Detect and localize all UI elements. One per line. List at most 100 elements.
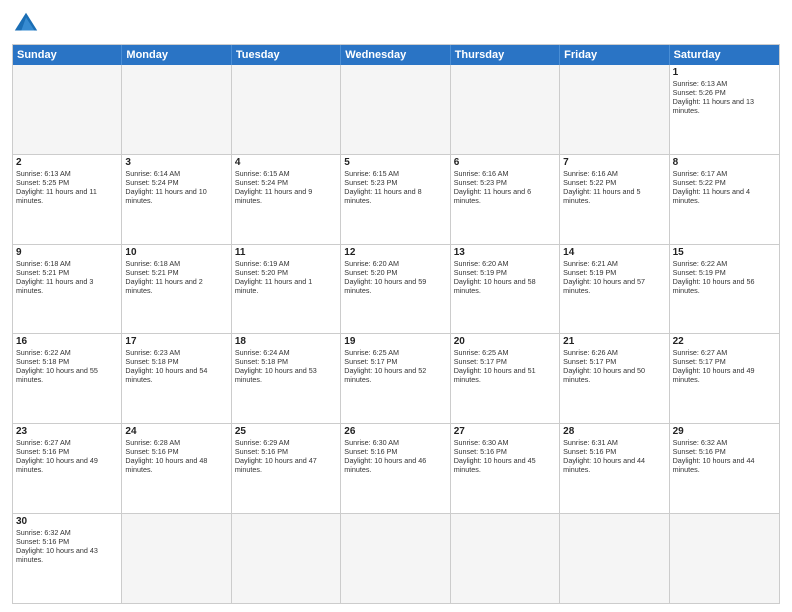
cell-info: Sunrise: 6:19 AM Sunset: 5:20 PM Dayligh… (235, 259, 337, 295)
cell-info: Sunrise: 6:22 AM Sunset: 5:19 PM Dayligh… (673, 259, 776, 295)
day-cell-12: 12Sunrise: 6:20 AM Sunset: 5:20 PM Dayli… (341, 245, 450, 334)
cell-info: Sunrise: 6:31 AM Sunset: 5:16 PM Dayligh… (563, 438, 665, 474)
cell-info: Sunrise: 6:25 AM Sunset: 5:17 PM Dayligh… (344, 348, 446, 384)
day-number: 2 (16, 157, 118, 168)
day-number: 11 (235, 247, 337, 258)
empty-cell (560, 65, 669, 154)
cell-info: Sunrise: 6:16 AM Sunset: 5:22 PM Dayligh… (563, 169, 665, 205)
day-number: 10 (125, 247, 227, 258)
day-cell-3: 3Sunrise: 6:14 AM Sunset: 5:24 PM Daylig… (122, 155, 231, 244)
day-number: 21 (563, 336, 665, 347)
cell-info: Sunrise: 6:30 AM Sunset: 5:16 PM Dayligh… (454, 438, 556, 474)
day-number: 19 (344, 336, 446, 347)
header-day-tuesday: Tuesday (232, 45, 341, 65)
day-number: 16 (16, 336, 118, 347)
cell-info: Sunrise: 6:29 AM Sunset: 5:16 PM Dayligh… (235, 438, 337, 474)
empty-cell (232, 65, 341, 154)
day-cell-19: 19Sunrise: 6:25 AM Sunset: 5:17 PM Dayli… (341, 334, 450, 423)
cell-info: Sunrise: 6:28 AM Sunset: 5:16 PM Dayligh… (125, 438, 227, 474)
day-cell-22: 22Sunrise: 6:27 AM Sunset: 5:17 PM Dayli… (670, 334, 779, 423)
day-number: 30 (16, 516, 118, 527)
day-number: 17 (125, 336, 227, 347)
day-cell-16: 16Sunrise: 6:22 AM Sunset: 5:18 PM Dayli… (13, 334, 122, 423)
empty-cell (560, 514, 669, 603)
empty-cell (451, 514, 560, 603)
empty-cell (341, 65, 450, 154)
day-number: 28 (563, 426, 665, 437)
day-cell-5: 5Sunrise: 6:15 AM Sunset: 5:23 PM Daylig… (341, 155, 450, 244)
day-number: 5 (344, 157, 446, 168)
day-cell-6: 6Sunrise: 6:16 AM Sunset: 5:23 PM Daylig… (451, 155, 560, 244)
day-number: 18 (235, 336, 337, 347)
day-number: 1 (673, 67, 776, 78)
empty-cell (341, 514, 450, 603)
cell-info: Sunrise: 6:27 AM Sunset: 5:16 PM Dayligh… (16, 438, 118, 474)
day-number: 3 (125, 157, 227, 168)
cell-info: Sunrise: 6:23 AM Sunset: 5:18 PM Dayligh… (125, 348, 227, 384)
day-cell-15: 15Sunrise: 6:22 AM Sunset: 5:19 PM Dayli… (670, 245, 779, 334)
day-cell-14: 14Sunrise: 6:21 AM Sunset: 5:19 PM Dayli… (560, 245, 669, 334)
day-cell-9: 9Sunrise: 6:18 AM Sunset: 5:21 PM Daylig… (13, 245, 122, 334)
day-number: 22 (673, 336, 776, 347)
cell-info: Sunrise: 6:14 AM Sunset: 5:24 PM Dayligh… (125, 169, 227, 205)
day-cell-8: 8Sunrise: 6:17 AM Sunset: 5:22 PM Daylig… (670, 155, 779, 244)
header-day-sunday: Sunday (13, 45, 122, 65)
day-cell-20: 20Sunrise: 6:25 AM Sunset: 5:17 PM Dayli… (451, 334, 560, 423)
cell-info: Sunrise: 6:18 AM Sunset: 5:21 PM Dayligh… (16, 259, 118, 295)
calendar-row-5: 30Sunrise: 6:32 AM Sunset: 5:16 PM Dayli… (13, 514, 779, 603)
header-day-friday: Friday (560, 45, 669, 65)
header-day-monday: Monday (122, 45, 231, 65)
empty-cell (122, 514, 231, 603)
cell-info: Sunrise: 6:26 AM Sunset: 5:17 PM Dayligh… (563, 348, 665, 384)
logo (12, 10, 44, 38)
cell-info: Sunrise: 6:20 AM Sunset: 5:19 PM Dayligh… (454, 259, 556, 295)
day-number: 14 (563, 247, 665, 258)
day-cell-2: 2Sunrise: 6:13 AM Sunset: 5:25 PM Daylig… (13, 155, 122, 244)
day-number: 15 (673, 247, 776, 258)
day-number: 7 (563, 157, 665, 168)
cell-info: Sunrise: 6:24 AM Sunset: 5:18 PM Dayligh… (235, 348, 337, 384)
day-cell-13: 13Sunrise: 6:20 AM Sunset: 5:19 PM Dayli… (451, 245, 560, 334)
day-cell-25: 25Sunrise: 6:29 AM Sunset: 5:16 PM Dayli… (232, 424, 341, 513)
day-cell-4: 4Sunrise: 6:15 AM Sunset: 5:24 PM Daylig… (232, 155, 341, 244)
page: SundayMondayTuesdayWednesdayThursdayFrid… (0, 0, 792, 612)
cell-info: Sunrise: 6:13 AM Sunset: 5:26 PM Dayligh… (673, 79, 776, 115)
cell-info: Sunrise: 6:21 AM Sunset: 5:19 PM Dayligh… (563, 259, 665, 295)
header (12, 10, 780, 38)
cell-info: Sunrise: 6:13 AM Sunset: 5:25 PM Dayligh… (16, 169, 118, 205)
day-number: 4 (235, 157, 337, 168)
calendar-row-1: 2Sunrise: 6:13 AM Sunset: 5:25 PM Daylig… (13, 155, 779, 245)
header-day-thursday: Thursday (451, 45, 560, 65)
cell-info: Sunrise: 6:20 AM Sunset: 5:20 PM Dayligh… (344, 259, 446, 295)
day-cell-28: 28Sunrise: 6:31 AM Sunset: 5:16 PM Dayli… (560, 424, 669, 513)
calendar-row-2: 9Sunrise: 6:18 AM Sunset: 5:21 PM Daylig… (13, 245, 779, 335)
cell-info: Sunrise: 6:15 AM Sunset: 5:23 PM Dayligh… (344, 169, 446, 205)
day-number: 24 (125, 426, 227, 437)
day-number: 6 (454, 157, 556, 168)
calendar-row-4: 23Sunrise: 6:27 AM Sunset: 5:16 PM Dayli… (13, 424, 779, 514)
cell-info: Sunrise: 6:16 AM Sunset: 5:23 PM Dayligh… (454, 169, 556, 205)
day-number: 9 (16, 247, 118, 258)
day-number: 12 (344, 247, 446, 258)
cell-info: Sunrise: 6:30 AM Sunset: 5:16 PM Dayligh… (344, 438, 446, 474)
cell-info: Sunrise: 6:15 AM Sunset: 5:24 PM Dayligh… (235, 169, 337, 205)
cell-info: Sunrise: 6:27 AM Sunset: 5:17 PM Dayligh… (673, 348, 776, 384)
day-cell-10: 10Sunrise: 6:18 AM Sunset: 5:21 PM Dayli… (122, 245, 231, 334)
day-number: 8 (673, 157, 776, 168)
day-cell-18: 18Sunrise: 6:24 AM Sunset: 5:18 PM Dayli… (232, 334, 341, 423)
cell-info: Sunrise: 6:25 AM Sunset: 5:17 PM Dayligh… (454, 348, 556, 384)
day-number: 27 (454, 426, 556, 437)
empty-cell (670, 514, 779, 603)
empty-cell (232, 514, 341, 603)
cell-info: Sunrise: 6:32 AM Sunset: 5:16 PM Dayligh… (16, 528, 118, 564)
empty-cell (451, 65, 560, 154)
calendar-body: 1Sunrise: 6:13 AM Sunset: 5:26 PM Daylig… (13, 65, 779, 603)
calendar-header: SundayMondayTuesdayWednesdayThursdayFrid… (13, 45, 779, 65)
day-cell-26: 26Sunrise: 6:30 AM Sunset: 5:16 PM Dayli… (341, 424, 450, 513)
day-cell-23: 23Sunrise: 6:27 AM Sunset: 5:16 PM Dayli… (13, 424, 122, 513)
calendar: SundayMondayTuesdayWednesdayThursdayFrid… (12, 44, 780, 604)
cell-info: Sunrise: 6:22 AM Sunset: 5:18 PM Dayligh… (16, 348, 118, 384)
day-cell-27: 27Sunrise: 6:30 AM Sunset: 5:16 PM Dayli… (451, 424, 560, 513)
cell-info: Sunrise: 6:17 AM Sunset: 5:22 PM Dayligh… (673, 169, 776, 205)
day-cell-1: 1Sunrise: 6:13 AM Sunset: 5:26 PM Daylig… (670, 65, 779, 154)
